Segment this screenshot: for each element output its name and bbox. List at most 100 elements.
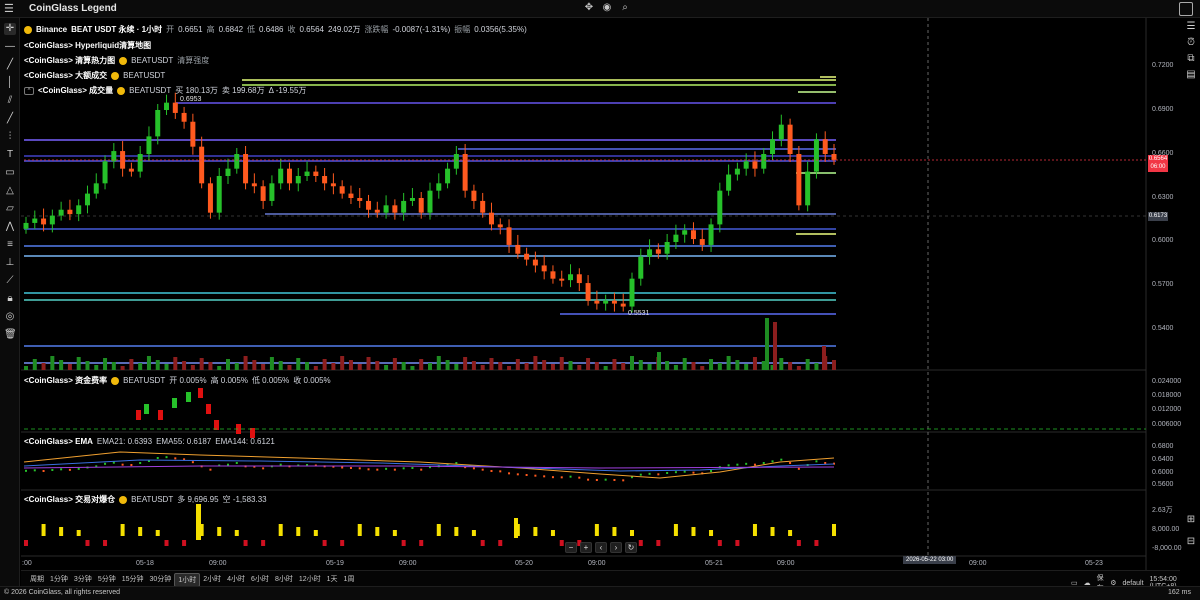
candle-body	[708, 224, 714, 245]
candle-body	[655, 249, 661, 254]
scroll-right-button[interactable]: ›	[610, 542, 622, 553]
ema-candle	[481, 468, 484, 471]
candle-body	[383, 205, 389, 213]
volume-bar	[673, 365, 678, 370]
ema-candle	[771, 460, 774, 463]
interval-1[interactable]: 1分钟	[47, 573, 71, 587]
volume-bar	[76, 357, 81, 370]
taker-short-bar	[796, 540, 801, 546]
interval-4[interactable]: 15分钟	[119, 573, 147, 587]
candle-body	[313, 171, 319, 176]
ema-candle	[156, 457, 159, 459]
ema-candle	[736, 463, 739, 466]
volume-bar	[226, 359, 230, 370]
volume-legend[interactable]: ^ <CoinGlass> 成交量 BEATUSDT 买 180.13万 卖 1…	[24, 85, 306, 96]
taker-long-bar	[41, 524, 46, 536]
candle-body	[603, 300, 609, 304]
ema-legend[interactable]: <CoinGlass> EMA EMA21: 0.6393 EMA55: 0.6…	[24, 437, 275, 446]
ema-axis-label: 0.5600	[1152, 481, 1174, 488]
volume-bar	[691, 362, 696, 370]
price-axis-label: 0.6300	[1152, 194, 1174, 201]
candle-body	[682, 230, 688, 235]
candle-body	[304, 171, 310, 176]
volume-bar	[436, 356, 441, 370]
interval-11[interactable]: 12小时	[296, 573, 324, 587]
volume-bar	[559, 357, 564, 370]
ema55-value: EMA55: 0.6187	[156, 437, 212, 446]
candle-body	[822, 139, 828, 154]
scroll-left-button[interactable]: ‹	[595, 542, 607, 553]
ema-candle	[191, 461, 194, 464]
taker-short-bar	[103, 540, 108, 546]
interval-8[interactable]: 4小时	[224, 573, 248, 587]
ema144-value: EMA144: 0.6121	[215, 437, 275, 446]
interval-9[interactable]: 6小时	[248, 573, 272, 587]
volume-bar	[243, 356, 248, 370]
interval-bar: 周期 1分钟 3分钟 5分钟 15分钟 30分钟 1小时 2小时 4小时 6小时 8小时 12小时 1天…	[21, 570, 1180, 592]
candle-body	[726, 174, 732, 191]
interval-12[interactable]: 1天	[324, 573, 341, 587]
ema-candle	[499, 470, 502, 473]
interval-3[interactable]: 5分钟	[95, 573, 119, 587]
taker-legend[interactable]: <CoinGlass> 交易对爆仓 BEATUSDT 多 9,696.95 空 …	[24, 494, 267, 505]
volume-bar	[542, 360, 547, 370]
interval-2[interactable]: 3分钟	[71, 573, 95, 587]
hyperliquid-legend[interactable]: <CoinGlass> Hyperliquid清算地图	[24, 40, 151, 51]
candle-body	[647, 249, 653, 257]
candle-body	[58, 209, 64, 216]
coin-icon	[119, 56, 128, 65]
volume-bar	[208, 362, 213, 370]
volume-bar	[252, 360, 257, 370]
taker-long-bar	[59, 527, 64, 536]
candle-body	[199, 146, 205, 184]
ema-axis-label: 0.6400	[1152, 456, 1174, 463]
volume-bar	[331, 363, 336, 370]
candle-body	[638, 256, 644, 279]
zoom-controls: − + ‹ › ↻	[565, 542, 637, 553]
interval-5[interactable]: 30分钟	[147, 573, 175, 587]
taker-short-bar	[638, 540, 643, 546]
funding-axis-label: 0.024000	[1152, 378, 1182, 385]
reset-chart-button[interactable]: ↻	[625, 542, 637, 553]
liq-heatmap-legend[interactable]: <CoinGlass> 清算热力图 BEATUSDT 清算强度	[24, 55, 209, 66]
taker-long-bar	[234, 530, 239, 536]
coin-icon	[117, 86, 126, 95]
funding-legend[interactable]: <CoinGlass> 资金费率 BEATUSDT 开 0.005% 高 0.0…	[24, 375, 331, 386]
taker-axis-label: -8,000.00	[1152, 545, 1182, 552]
zoom-in-button[interactable]: +	[580, 542, 592, 553]
ema21-value: EMA21: 0.6393	[96, 437, 153, 446]
big-trades-legend[interactable]: <CoinGlass> 大额成交 BEATUSDT	[24, 70, 165, 81]
symbol-name[interactable]: BEAT USDT 永续 · 1小时	[71, 24, 162, 35]
volume-bar	[269, 357, 274, 370]
ema-candle	[385, 467, 388, 470]
interval-10[interactable]: 8小时	[272, 573, 296, 587]
candle-body	[506, 227, 512, 245]
taker-short-bar	[322, 540, 327, 546]
zoom-out-button[interactable]: −	[565, 542, 577, 553]
candle-body	[787, 124, 793, 154]
candle-body	[181, 112, 187, 122]
taker-symbol: BEATUSDT	[131, 495, 174, 504]
price-axis-label: 0.6900	[1152, 106, 1174, 113]
taker-short-bar	[419, 540, 424, 546]
candle-body	[761, 154, 767, 169]
interval-7[interactable]: 2小时	[200, 573, 224, 587]
funding-axis-label: 0.018000	[1152, 392, 1182, 399]
candle-body	[234, 154, 240, 169]
volume-bar	[779, 358, 784, 370]
ema-candle	[68, 468, 71, 471]
candle-body	[445, 168, 451, 184]
interval-13[interactable]: 1周	[341, 573, 358, 587]
taker-long-bar	[313, 530, 318, 536]
interval-0[interactable]: 周期	[27, 573, 47, 587]
interval-6[interactable]: 1小时	[174, 573, 201, 587]
collapse-icon[interactable]: ^	[24, 86, 34, 95]
ema-axis-label: 0.6800	[1152, 443, 1174, 450]
time-axis-label: 05-20	[515, 560, 533, 567]
volume-bar-spike	[657, 352, 661, 370]
taker-long-bar	[832, 524, 836, 536]
funding-candle	[144, 404, 149, 414]
taker-long-bar	[752, 524, 757, 536]
volume-bar	[735, 360, 740, 370]
exchange-name: Binance	[36, 25, 68, 34]
